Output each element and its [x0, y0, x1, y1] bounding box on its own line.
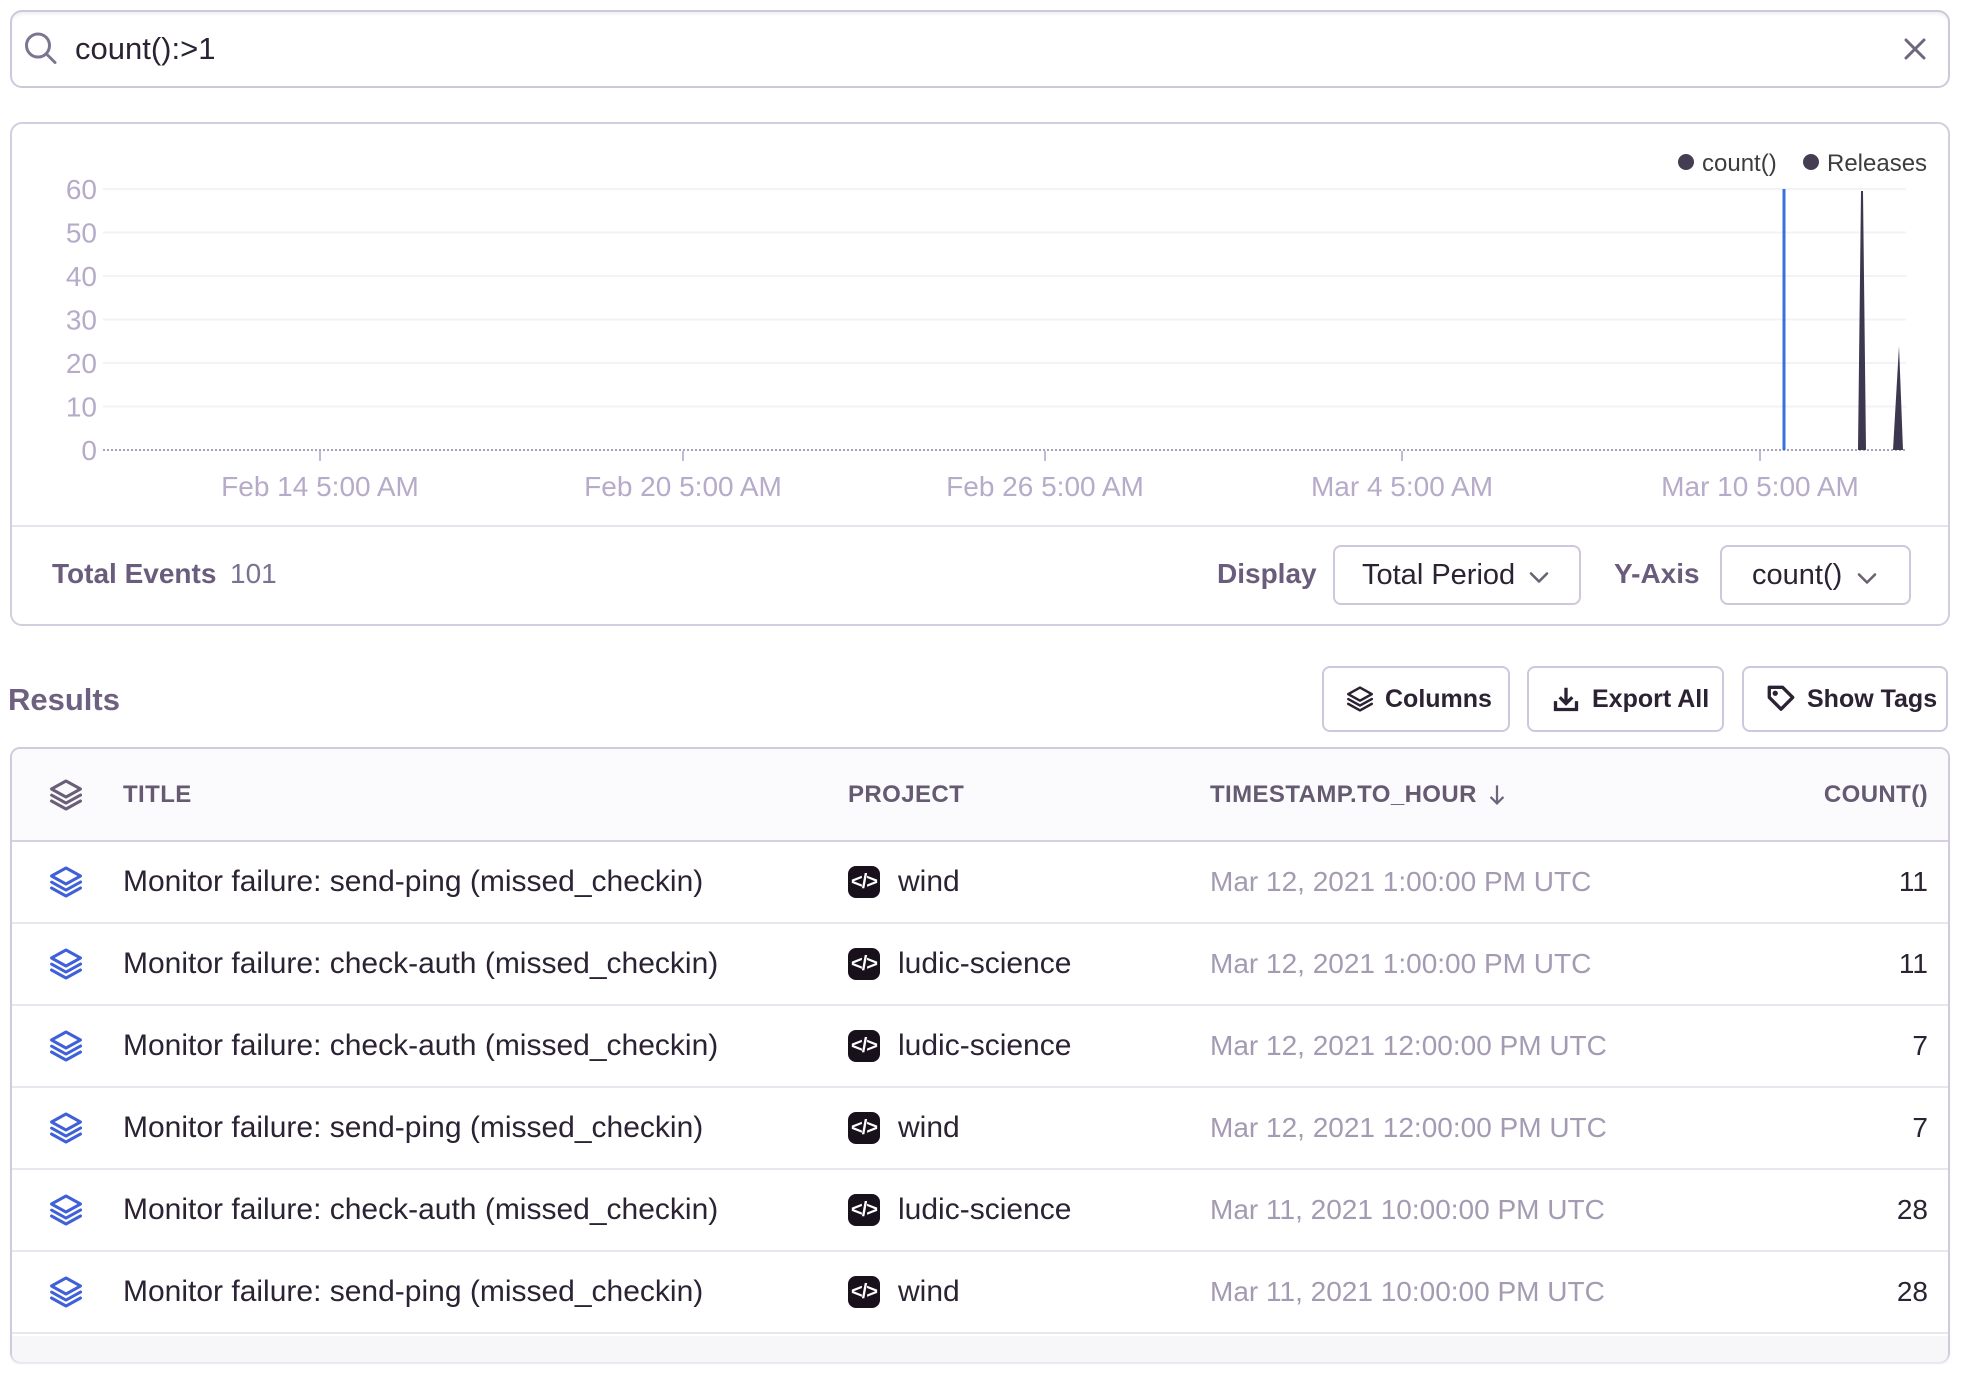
svg-text:Feb 14 5:00 AM: Feb 14 5:00 AM [221, 471, 419, 502]
svg-text:Feb 26 5:00 AM: Feb 26 5:00 AM [946, 471, 1144, 502]
svg-text:50: 50 [66, 218, 97, 249]
svg-text:60: 60 [66, 174, 97, 205]
svg-text:count(): count() [1702, 150, 1777, 177]
svg-text:Feb 20 5:00 AM: Feb 20 5:00 AM [584, 471, 782, 502]
svg-text:Mar 4 5:00 AM: Mar 4 5:00 AM [1311, 471, 1493, 502]
svg-text:10: 10 [66, 392, 97, 423]
svg-text:Mar 10 5:00 AM: Mar 10 5:00 AM [1661, 471, 1859, 502]
svg-text:0: 0 [81, 435, 97, 466]
svg-text:Releases: Releases [1827, 150, 1927, 177]
svg-text:20: 20 [66, 348, 97, 379]
svg-text:30: 30 [66, 305, 97, 336]
svg-text:40: 40 [66, 261, 97, 292]
